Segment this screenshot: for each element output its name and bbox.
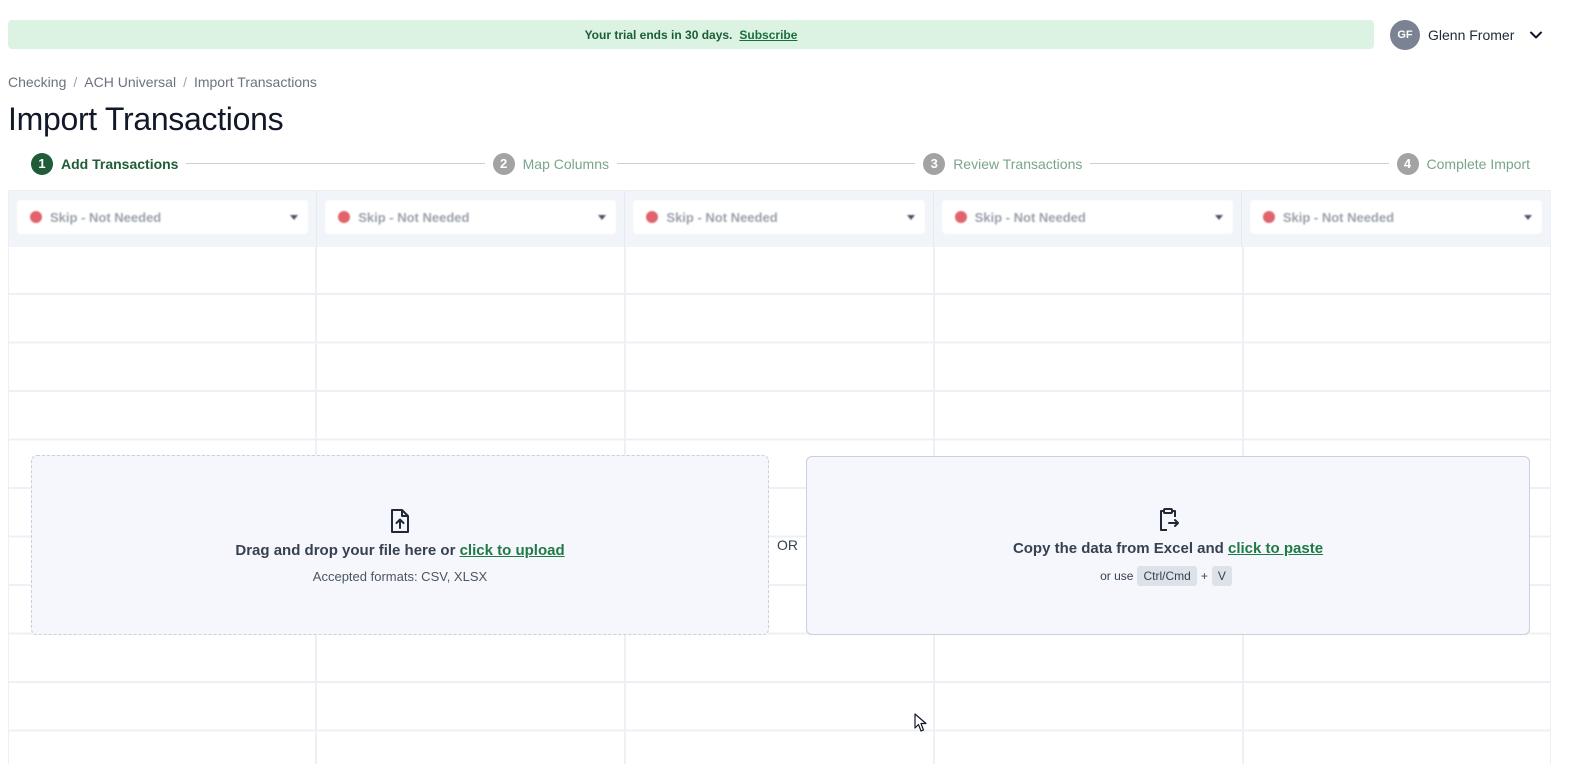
trial-banner-text: Your trial ends in 30 days.: [584, 27, 733, 42]
step-label: Complete Import: [1426, 155, 1531, 172]
column-mapping-value: Skip - Not Needed: [50, 209, 162, 225]
upload-prompt: Drag and drop your file here or click to…: [235, 542, 564, 559]
column-header: Skip - Not Needed: [9, 191, 318, 247]
column-header: Skip - Not Needed: [317, 191, 626, 247]
file-drop-zone[interactable]: Drag and drop your file here or click to…: [31, 455, 769, 635]
paste-prompt: Copy the data from Excel and click to pa…: [1013, 540, 1323, 557]
step-number: 4: [1396, 152, 1419, 175]
column-header: Skip - Not Needed: [625, 191, 934, 247]
column-mapping-select[interactable]: Skip - Not Needed: [17, 200, 309, 234]
step-connector: [1090, 163, 1389, 164]
step-map-columns: 2 Map Columns: [492, 152, 610, 175]
or-divider: OR: [777, 537, 798, 553]
shortcut-prefix: or use: [1100, 568, 1134, 583]
step-connector: [186, 163, 485, 164]
column-mapping-select[interactable]: Skip - Not Needed: [1249, 200, 1543, 234]
column-mapping-select[interactable]: Skip - Not Needed: [633, 200, 925, 234]
column-header: Skip - Not Needed: [1242, 191, 1550, 247]
skip-status-icon: [30, 211, 42, 223]
column-mapping-value: Skip - Not Needed: [666, 209, 778, 225]
avatar: GF: [1390, 20, 1420, 50]
key-ctrl-cmd: Ctrl/Cmd: [1137, 565, 1197, 586]
step-complete-import: 4 Complete Import: [1396, 152, 1531, 175]
caret-down-icon: [1524, 214, 1533, 220]
shortcut-plus: +: [1200, 568, 1208, 583]
column-mapping-value: Skip - Not Needed: [358, 209, 470, 225]
user-menu[interactable]: GF Glenn Fromer: [1390, 20, 1544, 50]
step-label: Add Transactions: [61, 155, 179, 172]
step-number: 3: [923, 152, 946, 175]
breadcrumb-item-checking[interactable]: Checking: [8, 74, 66, 90]
paste-prompt-text: Copy the data from Excel and: [1012, 539, 1224, 557]
click-to-upload-link[interactable]: click to upload: [460, 542, 565, 559]
step-add-transactions: 1 Add Transactions: [31, 152, 179, 175]
paste-shortcut: or use Ctrl/Cmd + V: [1100, 565, 1236, 586]
trial-banner: Your trial ends in 30 days. Subscribe: [8, 20, 1374, 49]
import-stepper: 1 Add Transactions 2 Map Columns 3 Revie…: [31, 152, 1530, 175]
skip-status-icon: [1262, 211, 1275, 223]
clipboard-paste-icon: [1155, 506, 1181, 534]
column-mapping-select[interactable]: Skip - Not Needed: [325, 200, 617, 234]
file-upload-icon: [387, 507, 413, 535]
skip-status-icon: [338, 211, 351, 223]
column-header: Skip - Not Needed: [934, 191, 1242, 247]
click-to-paste-link[interactable]: click to paste: [1228, 540, 1323, 557]
user-name: Glenn Fromer: [1428, 27, 1515, 43]
breadcrumb-item-ach-universal[interactable]: ACH Universal: [84, 74, 176, 90]
mouse-cursor-icon: [914, 713, 928, 733]
accepted-formats: Accepted formats: CSV, XLSX: [312, 568, 488, 584]
step-review-transactions: 3 Review Transactions: [923, 152, 1083, 175]
step-number: 1: [31, 152, 53, 175]
breadcrumb-item-current: Import Transactions: [193, 74, 317, 90]
page-title: Import Transactions: [8, 101, 284, 137]
key-v: V: [1211, 565, 1232, 586]
breadcrumb-separator: /: [183, 74, 187, 90]
step-label: Map Columns: [522, 155, 610, 172]
step-number: 2: [492, 152, 515, 175]
column-mapping-value: Skip - Not Needed: [1282, 209, 1395, 225]
caret-down-icon: [906, 214, 915, 220]
column-mapping-select[interactable]: Skip - Not Needed: [941, 200, 1233, 234]
breadcrumb-separator: /: [73, 74, 78, 90]
caret-down-icon: [290, 214, 299, 220]
subscribe-link[interactable]: Subscribe: [739, 28, 797, 42]
grid-header: Skip - Not Needed Skip - Not Needed Skip…: [9, 191, 1550, 247]
caret-down-icon: [1214, 214, 1223, 220]
caret-down-icon: [598, 214, 607, 220]
upload-prompt-text: Drag and drop your file here or: [235, 541, 456, 559]
step-connector: [617, 163, 916, 164]
column-mapping-value: Skip - Not Needed: [974, 209, 1086, 225]
paste-zone[interactable]: Copy the data from Excel and click to pa…: [806, 456, 1530, 635]
step-label: Review Transactions: [953, 155, 1083, 172]
chevron-down-icon[interactable]: [1528, 27, 1544, 43]
skip-status-icon: [646, 211, 659, 223]
breadcrumb: Checking / ACH Universal / Import Transa…: [8, 74, 317, 90]
skip-status-icon: [954, 211, 967, 223]
